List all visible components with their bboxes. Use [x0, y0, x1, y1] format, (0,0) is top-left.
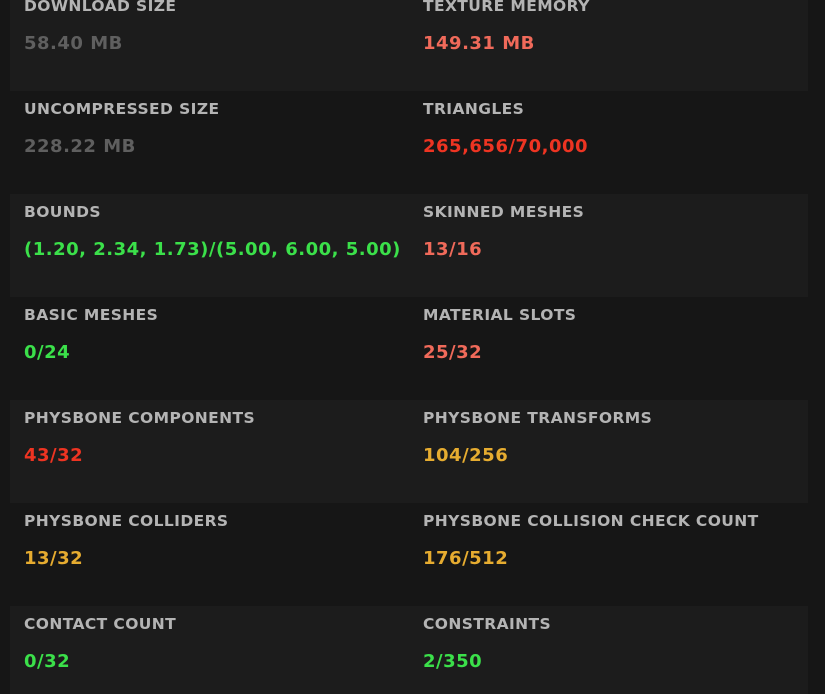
stats-row-2: UNCOMPRESSED SIZE 228.22 MB TRIANGLES 26… — [10, 91, 808, 194]
stat-value: 58.40 MB — [24, 33, 123, 54]
stat-label: CONTACT COUNT — [24, 615, 177, 633]
stat-label: PHYSBONE COLLISION CHECK COUNT — [423, 512, 759, 530]
stats-row-7: CONTACT COUNT 0/32 CONSTRAINTS 2/350 — [10, 606, 808, 694]
stats-row-1: DOWNLOAD SIZE 58.40 MB TEXTURE MEMORY 14… — [10, 0, 808, 91]
stat-value: 13/16 — [423, 239, 483, 260]
stats-row-6: PHYSBONE COLLIDERS 13/32 PHYSBONE COLLIS… — [10, 503, 808, 606]
stats-row-3: BOUNDS (1.20, 2.34, 1.73)/(5.00, 6.00, 5… — [10, 194, 808, 297]
stat-label: DOWNLOAD SIZE — [24, 0, 177, 15]
stat-value: 149.31 MB — [423, 33, 535, 54]
stat-label: UNCOMPRESSED SIZE — [24, 100, 220, 118]
stat-value: 176/512 — [423, 548, 509, 569]
stat-value: 0/24 — [24, 342, 71, 363]
stats-row-4: BASIC MESHES 0/24 MATERIAL SLOTS 25/32 — [10, 297, 808, 400]
stat-value: 43/32 — [24, 445, 84, 466]
stat-value: 2/350 — [423, 651, 483, 672]
stat-label: MATERIAL SLOTS — [423, 306, 577, 324]
stat-label: SKINNED MESHES — [423, 203, 585, 221]
stat-value: 13/32 — [24, 548, 84, 569]
stat-label: PHYSBONE COMPONENTS — [24, 409, 256, 427]
stat-value: 228.22 MB — [24, 136, 136, 157]
stat-label: TRIANGLES — [423, 100, 525, 118]
stat-value: 25/32 — [423, 342, 483, 363]
stats-row-5: PHYSBONE COMPONENTS 43/32 PHYSBONE TRANS… — [10, 400, 808, 503]
stat-label: BASIC MESHES — [24, 306, 159, 324]
stat-label: CONSTRAINTS — [423, 615, 552, 633]
stat-label: PHYSBONE TRANSFORMS — [423, 409, 653, 427]
stat-label: TEXTURE MEMORY — [423, 0, 590, 15]
stat-value: (1.20, 2.34, 1.73)/(5.00, 6.00, 5.00) — [24, 239, 401, 260]
stat-value: 265,656/70,000 — [423, 136, 589, 157]
stat-label: PHYSBONE COLLIDERS — [24, 512, 229, 530]
stat-label: BOUNDS — [24, 203, 101, 221]
stat-value: 0/32 — [24, 651, 71, 672]
stat-value: 104/256 — [423, 445, 509, 466]
performance-stats-panel: DOWNLOAD SIZE 58.40 MB TEXTURE MEMORY 14… — [0, 0, 825, 694]
